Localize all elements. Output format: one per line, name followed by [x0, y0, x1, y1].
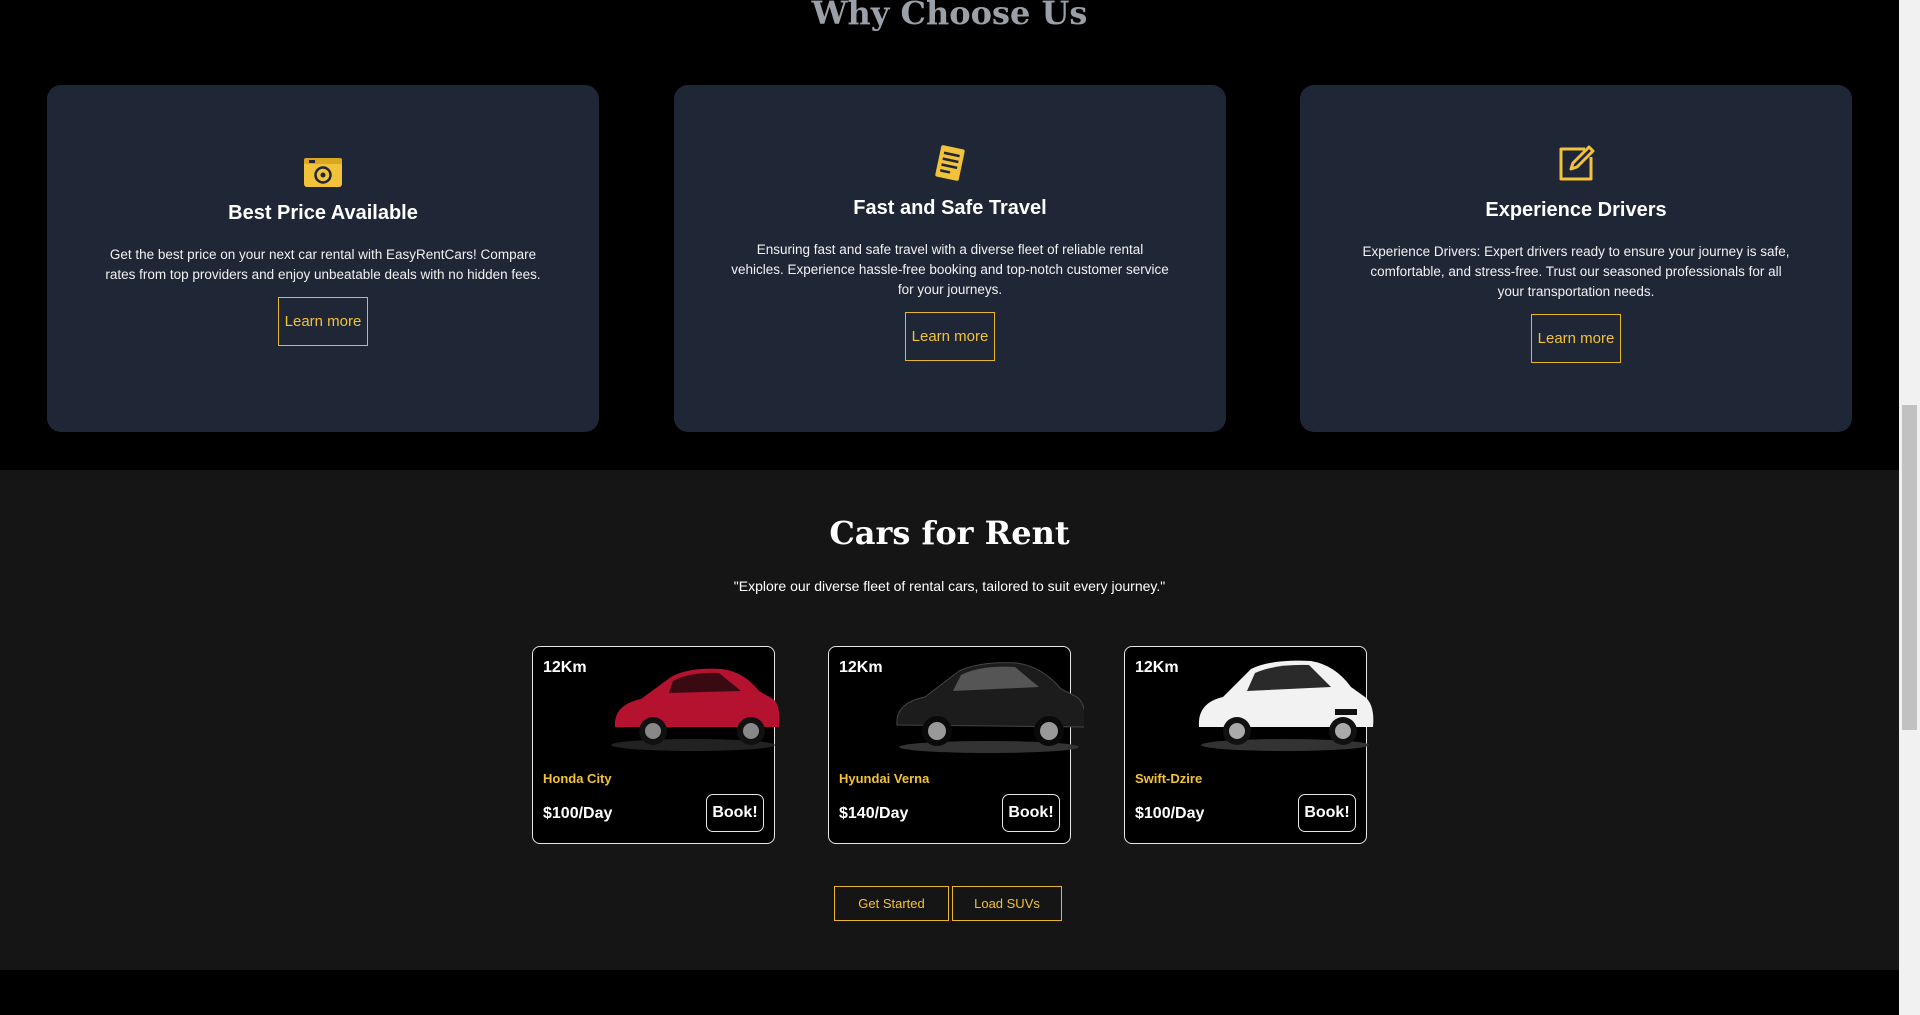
feature-title: Fast and Safe Travel	[853, 197, 1047, 219]
car-price: $100/Day	[543, 805, 613, 822]
car-name: Hyundai Verna	[839, 771, 930, 786]
cars-subtitle: "Explore our diverse fleet of rental car…	[733, 578, 1166, 594]
car-price: $140/Day	[839, 805, 909, 822]
feature-title: Best Price Available	[228, 202, 418, 224]
car-name: Swift-Dzire	[1135, 771, 1203, 786]
learn-more-button[interactable]: Learn more	[904, 312, 996, 361]
car-distance: 12Km	[839, 659, 883, 676]
notepad-icon	[935, 145, 965, 181]
car-image	[896, 662, 1084, 753]
car-price: $100/Day	[1135, 805, 1205, 822]
price-tag-icon	[304, 158, 342, 187]
car-image	[1198, 660, 1374, 751]
learn-more-button[interactable]: Learn more	[277, 297, 369, 346]
book-button[interactable]: Book!	[1002, 794, 1060, 832]
car-card-hyundai-verna: 12Km Hyundai Verna $140/Day Book!	[828, 646, 1084, 844]
feature-description: Experience Drivers: Expert drivers ready…	[1362, 244, 1790, 299]
edit-icon	[1559, 145, 1595, 181]
get-started-button[interactable]: Get Started	[834, 886, 949, 921]
car-distance: 12Km	[543, 659, 587, 676]
feature-card-experience-drivers: Experience Drivers Experience Drivers: E…	[1300, 85, 1852, 432]
why-choose-us-section: Why Choose Us Best Price Available Get t…	[0, 0, 1899, 470]
page: Why Choose Us Best Price Available Get t…	[0, 0, 1899, 1015]
car-image	[611, 668, 780, 751]
feature-description: Ensuring fast and safe travel with a div…	[731, 242, 1169, 297]
car-card-swift-dzire: 12Km Swift-Dzire $100/Day Book!	[1124, 646, 1374, 844]
book-button[interactable]: Book!	[1298, 794, 1356, 832]
feature-title: Experience Drivers	[1485, 199, 1667, 221]
footer-strip	[0, 970, 1899, 1015]
cars-for-rent-section: Cars for Rent "Explore our diverse fleet…	[0, 470, 1899, 970]
feature-card-fast-safe: Fast and Safe Travel Ensuring fast and s…	[674, 85, 1226, 432]
car-name: Honda City	[543, 771, 612, 786]
feature-card-best-price: Best Price Available Get the best price …	[47, 85, 599, 432]
cars-actions: Get Started Load SUVs	[834, 886, 1062, 921]
why-choose-us-title: Why Choose Us	[811, 0, 1088, 32]
load-suvs-button[interactable]: Load SUVs	[952, 886, 1062, 921]
page-scrollbar[interactable]	[1899, 0, 1920, 1015]
book-button[interactable]: Book!	[706, 794, 764, 832]
car-distance: 12Km	[1135, 659, 1179, 676]
feature-description: Get the best price on your next car rent…	[105, 247, 541, 282]
scrollbar-thumb[interactable]	[1902, 405, 1917, 730]
car-card-honda-city: 12Km Honda City $100/Day Book!	[532, 646, 780, 844]
cars-title: Cars for Rent	[829, 514, 1070, 552]
learn-more-button[interactable]: Learn more	[1530, 314, 1622, 363]
